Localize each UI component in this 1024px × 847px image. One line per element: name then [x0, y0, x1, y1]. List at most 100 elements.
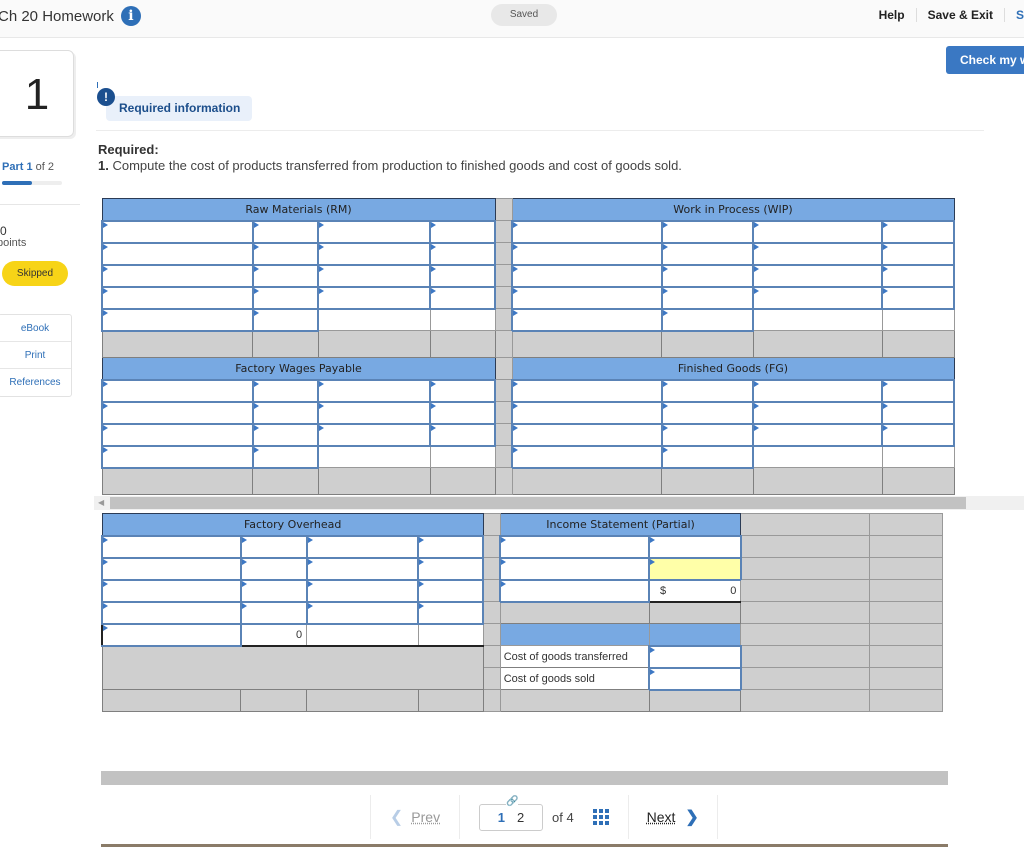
- wip-credit-amount-input[interactable]: [881, 241, 955, 266]
- wip-debit-label-input[interactable]: [511, 285, 663, 310]
- rm-debit-label-input[interactable]: [101, 263, 254, 288]
- oh-credit-amount-input[interactable]: [417, 534, 485, 559]
- references-link[interactable]: References: [0, 369, 71, 396]
- fg-credit-amount-input[interactable]: [881, 378, 955, 403]
- fg-credit-label-input[interactable]: [752, 400, 884, 425]
- fg-debit-label-input[interactable]: [511, 422, 663, 447]
- bottom-scrollbar[interactable]: [101, 771, 948, 785]
- cost-transferred-input[interactable]: [648, 644, 742, 669]
- wip-credit-amount-input[interactable]: [881, 263, 955, 288]
- wip-debit-amount-input[interactable]: [660, 219, 755, 244]
- page-selector[interactable]: 🔗 1 2: [479, 795, 543, 831]
- required-info-badge[interactable]: Required information: [106, 96, 252, 121]
- is-label-input[interactable]: [499, 578, 651, 603]
- rm-debit-label-input[interactable]: [101, 285, 254, 310]
- wip-debit-amount-input[interactable]: [660, 241, 755, 266]
- is-label-input[interactable]: [499, 556, 651, 581]
- ebook-link[interactable]: eBook: [0, 315, 71, 342]
- rm-credit-label-input[interactable]: [317, 285, 432, 310]
- fg-balance-label-input[interactable]: [511, 444, 663, 469]
- rm-debit-label-input[interactable]: [101, 241, 254, 266]
- oh-debit-amount-input[interactable]: [239, 578, 308, 603]
- print-link[interactable]: Print: [0, 342, 71, 369]
- fg-debit-amount-input[interactable]: [660, 378, 755, 403]
- fg-credit-amount-input[interactable]: [881, 400, 955, 425]
- scrollbar-thumb[interactable]: [110, 497, 966, 509]
- rm-credit-amount-input[interactable]: [429, 241, 497, 266]
- wip-credit-label-input[interactable]: [752, 263, 884, 288]
- rm-debit-amount-input[interactable]: [251, 241, 320, 266]
- submit-link[interactable]: S: [1005, 8, 1024, 22]
- wip-balance-label-input[interactable]: [511, 307, 663, 332]
- oh-credit-label-input[interactable]: [305, 578, 420, 603]
- wages-credit-label-input[interactable]: [317, 400, 432, 425]
- wip-debit-label-input[interactable]: [511, 241, 663, 266]
- rm-credit-label-input[interactable]: [317, 219, 432, 244]
- rm-balance-amount-input[interactable]: [251, 307, 320, 332]
- fg-debit-label-input[interactable]: [511, 400, 663, 425]
- next-button[interactable]: Next ❯: [629, 807, 717, 827]
- rm-credit-label-input[interactable]: [317, 241, 432, 266]
- wip-credit-amount-input[interactable]: [881, 285, 955, 310]
- rm-credit-amount-input[interactable]: [429, 219, 497, 244]
- rm-credit-label-input[interactable]: [317, 263, 432, 288]
- wages-credit-amount-input[interactable]: [429, 400, 497, 425]
- scroll-left-icon[interactable]: ◀: [98, 498, 104, 507]
- rm-debit-amount-input[interactable]: [251, 285, 320, 310]
- horizontal-scrollbar[interactable]: ◀: [94, 496, 1024, 510]
- oh-debit-amount-input[interactable]: [239, 534, 308, 559]
- save-exit-link[interactable]: Save & Exit: [917, 8, 1005, 22]
- is-amount-input[interactable]: [648, 534, 742, 559]
- oh-credit-amount-input[interactable]: [417, 600, 485, 625]
- check-my-work-button[interactable]: Check my work: [946, 46, 1024, 74]
- wip-credit-amount-input[interactable]: [881, 219, 955, 244]
- wages-debit-label-input[interactable]: [101, 400, 254, 425]
- oh-debit-label-input[interactable]: [101, 556, 242, 581]
- wages-balance-amount-input[interactable]: [251, 444, 320, 469]
- oh-credit-amount-input[interactable]: [417, 556, 485, 581]
- oh-credit-label-input[interactable]: [305, 600, 420, 625]
- oh-credit-label-input[interactable]: [305, 556, 420, 581]
- wages-credit-label-input[interactable]: [317, 422, 432, 447]
- wages-debit-amount-input[interactable]: [251, 400, 320, 425]
- help-link[interactable]: Help: [868, 8, 917, 22]
- info-icon[interactable]: i: [120, 6, 141, 26]
- rm-debit-label-input[interactable]: [101, 219, 254, 244]
- oh-credit-label-input[interactable]: [305, 534, 420, 559]
- oh-debit-amount-input[interactable]: [239, 556, 308, 581]
- wip-debit-label-input[interactable]: [511, 219, 663, 244]
- oh-debit-label-input[interactable]: [101, 534, 242, 559]
- is-label-input[interactable]: [499, 534, 651, 559]
- wages-debit-amount-input[interactable]: [251, 422, 320, 447]
- cogs-input[interactable]: [648, 666, 742, 691]
- wages-debit-amount-input[interactable]: [251, 378, 320, 403]
- wip-credit-label-input[interactable]: [752, 219, 884, 244]
- wages-balance-label-input[interactable]: [101, 444, 254, 469]
- grid-view-icon[interactable]: [592, 809, 609, 825]
- fg-balance-amount-input[interactable]: [660, 444, 755, 469]
- oh-debit-label-input[interactable]: [101, 578, 242, 603]
- wages-debit-label-input[interactable]: [101, 378, 254, 403]
- wip-debit-label-input[interactable]: [511, 263, 663, 288]
- is-amount-input-selected[interactable]: [648, 556, 742, 581]
- oh-debit-amount-input[interactable]: [239, 600, 308, 625]
- rm-balance-label-input[interactable]: [101, 307, 254, 332]
- fg-credit-label-input[interactable]: [752, 378, 884, 403]
- prev-button[interactable]: ❮ Prev: [371, 807, 459, 827]
- oh-debit-label-input[interactable]: [101, 600, 242, 625]
- wages-debit-label-input[interactable]: [101, 422, 254, 447]
- wip-debit-amount-input[interactable]: [660, 263, 755, 288]
- wip-debit-amount-input[interactable]: [660, 285, 755, 310]
- rm-debit-amount-input[interactable]: [251, 263, 320, 288]
- oh-credit-amount-input[interactable]: [417, 578, 485, 603]
- rm-debit-amount-input[interactable]: [251, 219, 320, 244]
- rm-credit-amount-input[interactable]: [429, 263, 497, 288]
- wip-balance-amount-input[interactable]: [660, 307, 755, 332]
- wip-credit-label-input[interactable]: [752, 241, 884, 266]
- fg-debit-amount-input[interactable]: [660, 400, 755, 425]
- rm-credit-amount-input[interactable]: [429, 285, 497, 310]
- wages-credit-label-input[interactable]: [317, 378, 432, 403]
- fg-credit-label-input[interactable]: [752, 422, 884, 447]
- fg-debit-label-input[interactable]: [511, 378, 663, 403]
- wages-credit-amount-input[interactable]: [429, 378, 497, 403]
